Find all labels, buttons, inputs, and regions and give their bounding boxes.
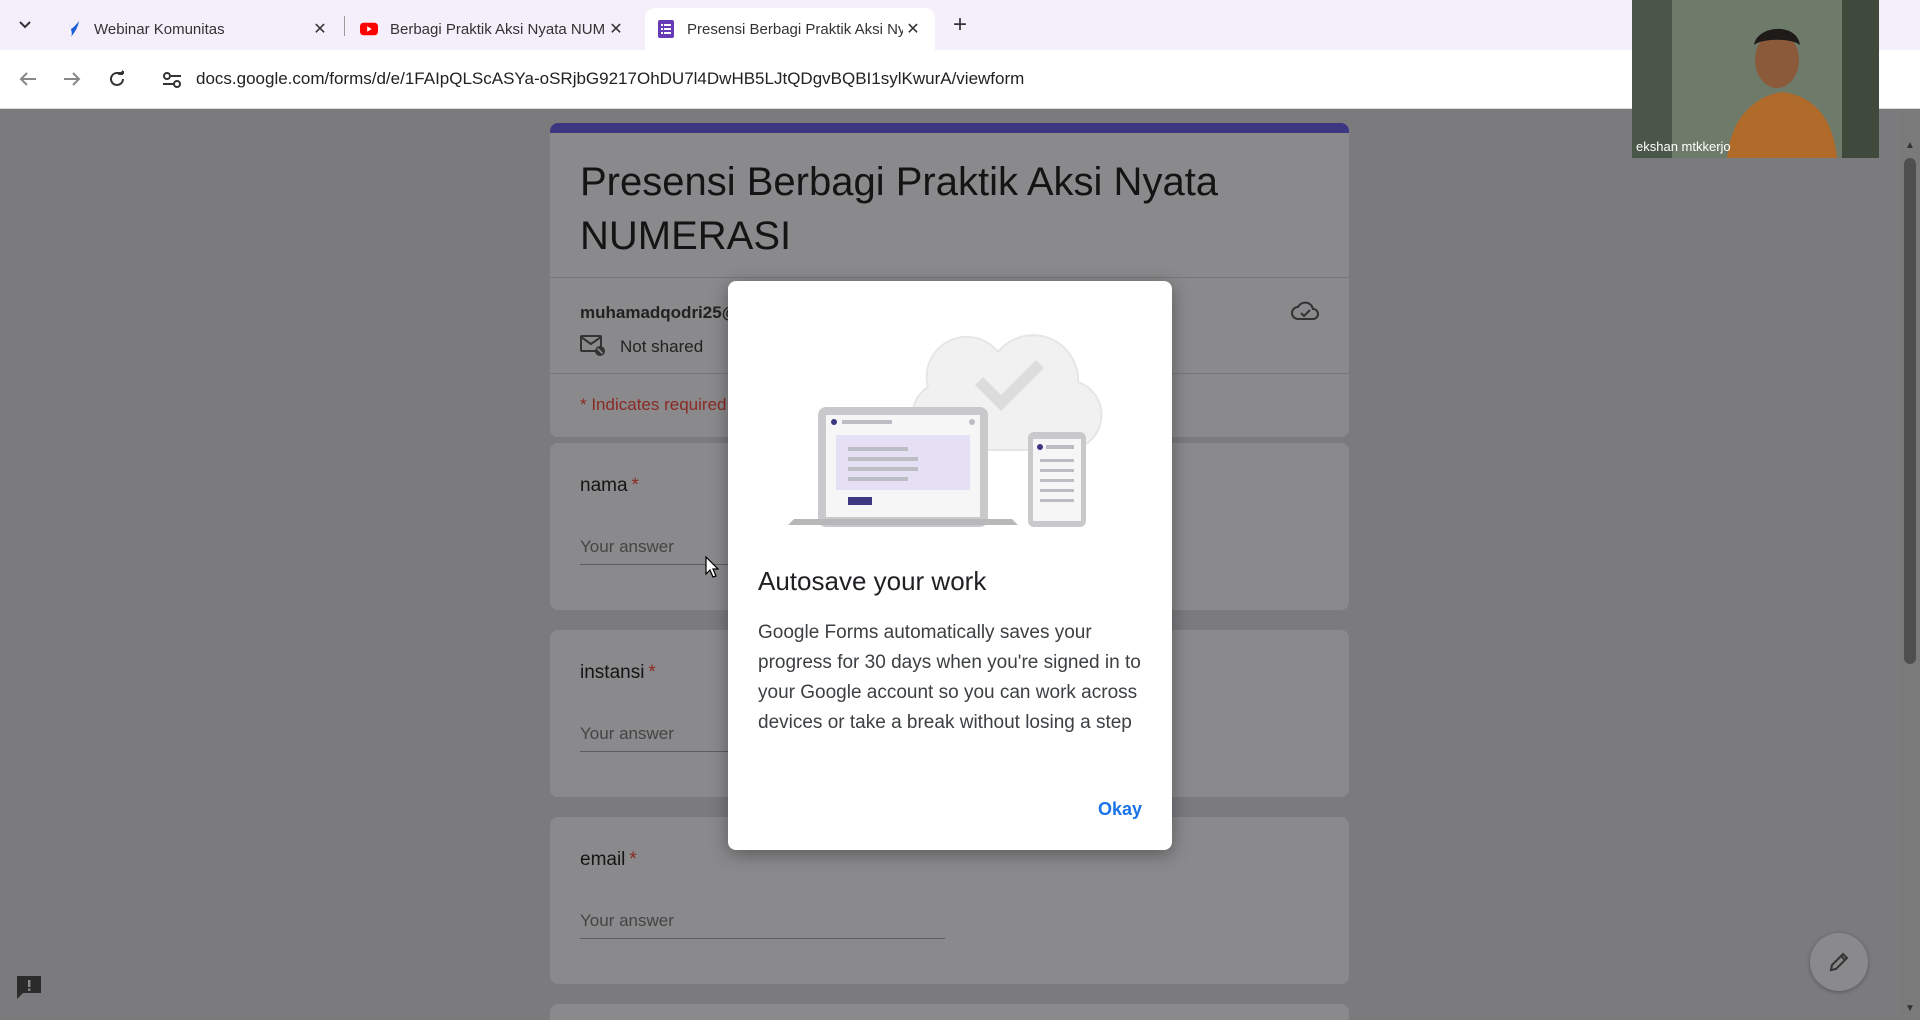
forms-icon [657, 20, 675, 38]
tab-webinar-komunitas[interactable]: Webinar Komunitas ✕ [52, 8, 342, 50]
mouse-cursor-icon [705, 556, 719, 578]
tab-title: Presensi Berbagi Praktik Aksi Nyata NUME… [687, 20, 903, 38]
dialog-title: Autosave your work [758, 566, 987, 596]
question-label-text: email [580, 849, 626, 870]
reload-icon[interactable] [102, 64, 132, 94]
scroll-down-icon[interactable]: ▼ [1904, 1003, 1916, 1015]
question-label: instansi * [580, 662, 656, 684]
tab-separator [344, 16, 345, 36]
close-tab-icon[interactable]: ✕ [903, 19, 923, 39]
back-icon[interactable] [13, 64, 43, 94]
forward-icon[interactable] [57, 64, 87, 94]
new-tab-button[interactable]: + [945, 12, 975, 38]
tab-search-dropdown-icon[interactable] [10, 12, 40, 38]
participant-name: ekshan mtkkerjo [1636, 139, 1731, 154]
sharing-status: Not shared [620, 337, 704, 356]
account-email: muhamadqodri25@ [580, 303, 739, 322]
guru-icon [64, 20, 82, 38]
required-asterisk: * [648, 662, 656, 683]
tab-title: Berbagi Praktik Aksi Nyata NUMERASI [390, 20, 606, 38]
pencil-icon [1829, 952, 1849, 972]
question-label-text: instansi [580, 662, 645, 683]
site-info-icon[interactable] [158, 66, 186, 94]
edit-fab-button[interactable] [1810, 933, 1868, 991]
question-label: email * [580, 849, 637, 871]
youtube-icon [360, 20, 378, 38]
question-label-text: nama [580, 475, 628, 496]
form-title: Presensi Berbagi Praktik Aksi Nyata NUME… [580, 160, 1219, 258]
tab-presensi-form[interactable]: Presensi Berbagi Praktik Aksi Nyata NUME… [645, 8, 935, 50]
address-bar[interactable]: docs.google.com/forms/d/e/1FAIpQLScASYa-… [196, 69, 1024, 89]
required-asterisk: * [631, 475, 639, 496]
dialog-body: Google Forms automatically saves your pr… [758, 622, 1141, 733]
close-tab-icon[interactable]: ✕ [606, 19, 626, 39]
autosave-illustration [788, 334, 1103, 527]
cloud-saved-icon[interactable] [1290, 299, 1320, 325]
autosave-dialog: Autosave your work Google Forms automati… [728, 281, 1172, 850]
scroll-up-icon[interactable]: ▲ [1904, 140, 1916, 152]
okay-button[interactable]: Okay [1098, 799, 1142, 820]
question-card [550, 1004, 1349, 1020]
question-label: nama * [580, 475, 639, 497]
required-note: * Indicates required [580, 395, 727, 414]
required-asterisk: * [629, 849, 637, 870]
report-feedback-icon[interactable] [14, 973, 44, 1001]
webcam-person-image [1632, 0, 1879, 158]
email-answer-input[interactable]: Your answer [580, 911, 945, 939]
mail-not-shared-icon [580, 335, 605, 356]
scrollbar-thumb[interactable] [1904, 158, 1916, 664]
tab-title: Webinar Komunitas [94, 20, 225, 38]
close-tab-icon[interactable]: ✕ [310, 19, 330, 39]
divider [550, 277, 1349, 278]
webcam-video-overlay[interactable]: ekshan mtkkerjo [1632, 0, 1879, 158]
tab-berbagi-praktik[interactable]: Berbagi Praktik Aksi Nyata NUMERASI ✕ [348, 8, 638, 50]
